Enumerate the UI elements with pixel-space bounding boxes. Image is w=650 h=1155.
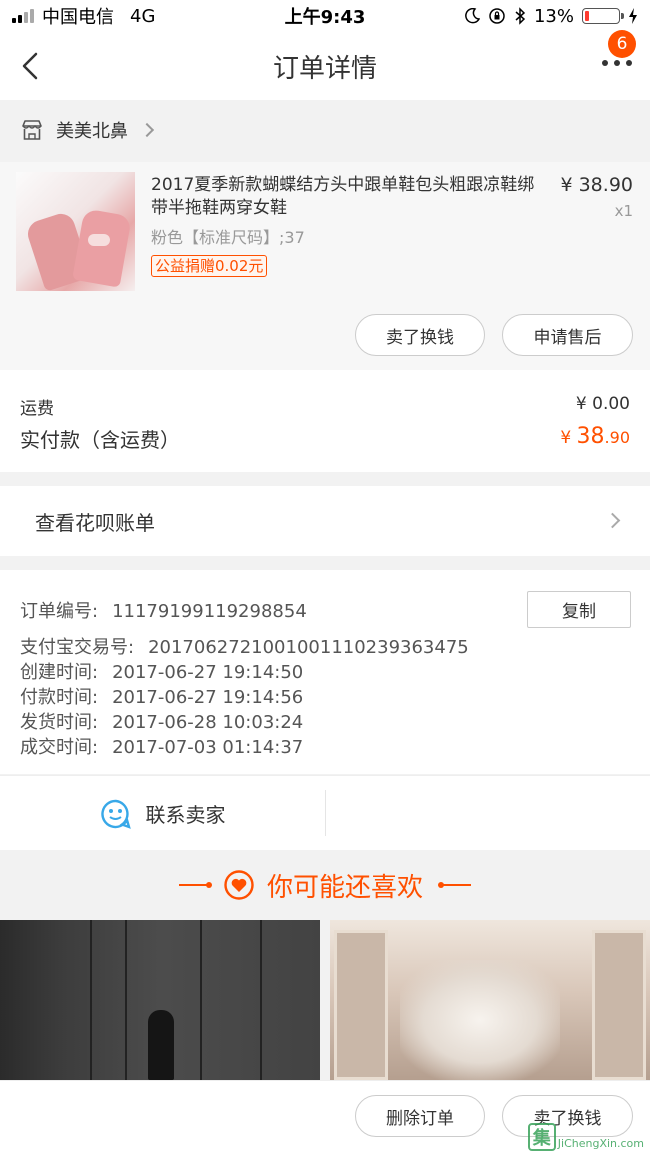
info-value: 2017-06-27 19:14:56 <box>112 687 304 708</box>
info-label: 成交时间: <box>20 737 99 758</box>
dot-icon <box>614 60 620 66</box>
completed-time-row: 成交时间: 2017-07-03 01:14:37 <box>20 733 303 759</box>
recommend-product-image[interactable] <box>0 920 320 1080</box>
nav-bar: 订单详情 6 <box>0 30 650 100</box>
rotation-lock-icon <box>489 8 505 24</box>
info-value: 2017062721001001110239363475 <box>148 637 469 658</box>
info-value: 2017-06-27 19:14:50 <box>112 662 304 683</box>
bottom-action-bar: 删除订单 卖了换钱 集 JiChengXin.com <box>0 1080 650 1155</box>
order-number-row: 订单编号: 11179199119298854 <box>20 597 307 623</box>
chevron-right-icon <box>139 122 155 138</box>
fee-section: 运费 ¥ 0.00 实付款（含运费） ¥ 38.90 <box>0 370 650 472</box>
charging-icon <box>629 8 637 24</box>
more-menu-button[interactable] <box>602 60 632 66</box>
paid-integer: 38 <box>576 424 605 449</box>
product-thumbnail[interactable] <box>16 172 135 291</box>
info-label: 发货时间: <box>20 712 99 733</box>
paid-currency: ¥ <box>560 428 577 448</box>
divider <box>325 790 326 836</box>
heart-circle-icon <box>224 870 254 900</box>
network-label: 4G <box>130 5 156 27</box>
paid-decimal: .90 <box>604 428 630 447</box>
paid-time-row: 付款时间: 2017-06-27 19:14:56 <box>20 683 303 709</box>
store-icon <box>22 120 42 140</box>
carrier-label: 中国电信 <box>42 7 114 28</box>
status-left: 中国电信 4G <box>12 3 155 29</box>
recommend-product-image[interactable] <box>330 920 650 1080</box>
back-arrow-icon[interactable] <box>18 50 46 82</box>
charity-tag: 公益捐赠0.02元 <box>151 255 268 277</box>
status-right: 13% <box>464 6 638 27</box>
contact-seller-label: 联系卖家 <box>145 803 226 827</box>
decor-line <box>438 882 471 888</box>
huabei-bill-row[interactable]: 查看花呗账单 <box>0 486 650 556</box>
moon-icon <box>465 8 480 24</box>
info-label: 付款时间: <box>20 687 99 708</box>
info-value: 11179199119298854 <box>112 601 307 622</box>
shipping-value: ¥ 0.00 <box>575 394 630 414</box>
delete-order-button[interactable]: 删除订单 <box>355 1095 485 1137</box>
created-time-row: 创建时间: 2017-06-27 19:14:50 <box>20 658 303 684</box>
info-label: 支付宝交易号: <box>20 637 135 658</box>
info-value: 2017-07-03 01:14:37 <box>112 737 304 758</box>
signal-icon <box>12 9 34 23</box>
paid-label: 实付款（含运费） <box>20 428 180 452</box>
notification-badge: 6 <box>608 30 636 58</box>
product-title[interactable]: 2017夏季新款蝴蝶结方头中跟单鞋包头粗跟凉鞋绑带半拖鞋两穿女鞋 <box>151 174 546 220</box>
order-item: 2017夏季新款蝴蝶结方头中跟单鞋包头粗跟凉鞋绑带半拖鞋两穿女鞋 粉色【标准尺码… <box>0 162 650 370</box>
status-bar: 中国电信 4G 上午9:43 13% <box>0 0 650 32</box>
watermark-logo: 集 JiChengXin.com <box>527 1123 644 1151</box>
info-value: 2017-06-28 10:03:24 <box>112 712 304 733</box>
product-price: ¥ 38.90 <box>560 174 633 196</box>
bluetooth-icon <box>515 7 526 25</box>
battery-icon <box>582 8 624 24</box>
info-label: 订单编号: <box>20 601 99 622</box>
recommend-title: 你可能还喜欢 <box>266 872 423 903</box>
shop-row[interactable]: 美美北鼻 <box>0 100 650 160</box>
shipped-time-row: 发货时间: 2017-06-28 10:03:24 <box>20 708 303 734</box>
shipping-label: 运费 <box>20 399 54 419</box>
product-spec: 粉色【标准尺码】;37 <box>151 228 305 247</box>
copy-button[interactable]: 复制 <box>527 591 631 628</box>
alipay-trade-row: 支付宝交易号: 2017062721001001110239363475 <box>20 633 469 659</box>
chat-bubble-icon <box>100 799 131 829</box>
page-title: 订单详情 <box>272 53 377 84</box>
recommend-header: 你可能还喜欢 <box>0 850 650 920</box>
sell-button[interactable]: 卖了换钱 <box>355 314 485 356</box>
dot-icon <box>602 60 608 66</box>
decor-line <box>178 882 212 888</box>
dot-icon <box>626 60 632 66</box>
battery-percent: 13% <box>533 5 574 27</box>
info-label: 创建时间: <box>20 662 99 683</box>
order-info: 订单编号: 11179199119298854 复制 支付宝交易号: 2017062… <box>0 570 650 774</box>
chevron-right-icon <box>604 512 621 529</box>
shop-name: 美美北鼻 <box>56 121 128 142</box>
product-quantity: x1 <box>614 202 633 220</box>
paid-amount: ¥ 38.90 <box>560 424 630 449</box>
watermark-mark: 集 <box>527 1123 556 1151</box>
huabei-label: 查看花呗账单 <box>35 510 155 535</box>
contact-bar: 联系卖家 <box>0 775 650 850</box>
contact-seller-button[interactable]: 联系卖家 <box>0 776 325 851</box>
watermark-text: JiChengXin.com <box>557 1137 644 1150</box>
aftersale-button[interactable]: 申请售后 <box>502 314 633 356</box>
